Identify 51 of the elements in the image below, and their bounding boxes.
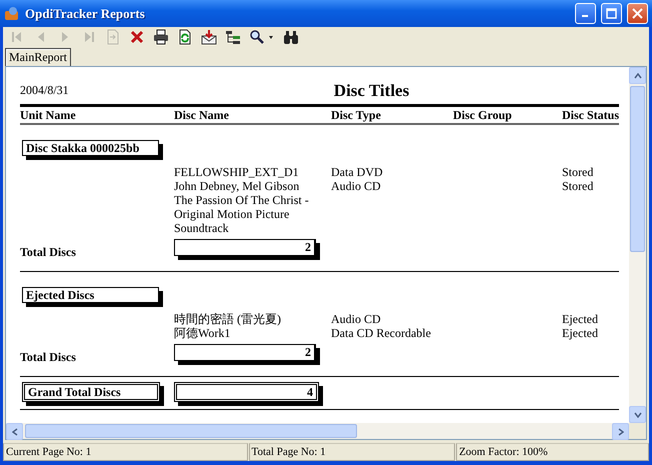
close-button[interactable] <box>627 3 648 24</box>
scroll-thumb[interactable] <box>630 86 645 252</box>
disc-type: Data CD Recordable <box>331 326 432 340</box>
report-date: 2004/8/31 <box>20 83 70 99</box>
print-icon <box>153 29 169 45</box>
disc-name: FELLOWSHIP_EXT_D1 <box>174 165 300 179</box>
scrollbar-corner <box>629 423 646 439</box>
vertical-scrollbar[interactable] <box>629 67 646 423</box>
status-panel: Current Page No: 1 <box>3 443 248 461</box>
window-title: OpdiTracker Reports <box>25 6 146 22</box>
binoculars-icon <box>283 29 299 45</box>
toolbar-button[interactable] <box>151 27 171 47</box>
column-header: Disc Group <box>453 108 513 123</box>
report-title: Disc Titles <box>332 81 410 101</box>
column-header: Disc Type <box>331 108 382 123</box>
disc-status: Ejected <box>562 326 599 340</box>
disc-status: Ejected <box>562 312 599 326</box>
close-icon <box>129 29 145 45</box>
tree-icon <box>225 29 241 45</box>
disc-type: Data DVD <box>331 165 384 179</box>
envelope-icon <box>201 29 217 45</box>
column-header: Unit Name <box>20 108 77 123</box>
scroll-left-button[interactable] <box>6 423 23 440</box>
minimize-button[interactable] <box>575 3 596 24</box>
scroll-thumb[interactable] <box>25 424 357 438</box>
column-header: Disc Status <box>562 108 619 123</box>
total-label: Total Discs <box>20 245 77 260</box>
disc-name: 阿德Work1 <box>174 326 232 340</box>
refresh-icon <box>177 29 193 45</box>
close-icon <box>632 8 643 19</box>
total-label: Total Discs <box>20 350 77 365</box>
scroll-up-button[interactable] <box>629 67 646 84</box>
disc-status: Stored <box>562 179 594 195</box>
column-header: Disc Name <box>174 108 230 123</box>
app-icon <box>4 6 20 22</box>
report-tab[interactable]: MainReport <box>5 48 71 66</box>
zoom-icon <box>249 29 275 45</box>
horizontal-scrollbar[interactable] <box>6 423 629 439</box>
scroll-down-button[interactable] <box>629 406 646 423</box>
scroll-right-button[interactable] <box>612 423 629 440</box>
disc-status: Stored <box>562 165 594 179</box>
maximize-button[interactable] <box>601 3 622 24</box>
maximize-icon <box>606 8 617 19</box>
page-arrow-icon <box>105 29 121 45</box>
status-panel: Total Page No: 1 <box>248 443 456 461</box>
toolbar-button[interactable] <box>199 27 219 47</box>
disc-type: Audio CD <box>331 312 382 326</box>
status-panel: Zoom Factor: 100% <box>456 443 649 461</box>
disc-name: 時間的密語 (雷光夏) <box>174 312 282 326</box>
disc-type: Audio CD <box>331 179 382 195</box>
disc-name: John Debney, Mel Gibson The Passion Of The Christ - Original Motion Picture Soundtrack <box>174 179 310 235</box>
